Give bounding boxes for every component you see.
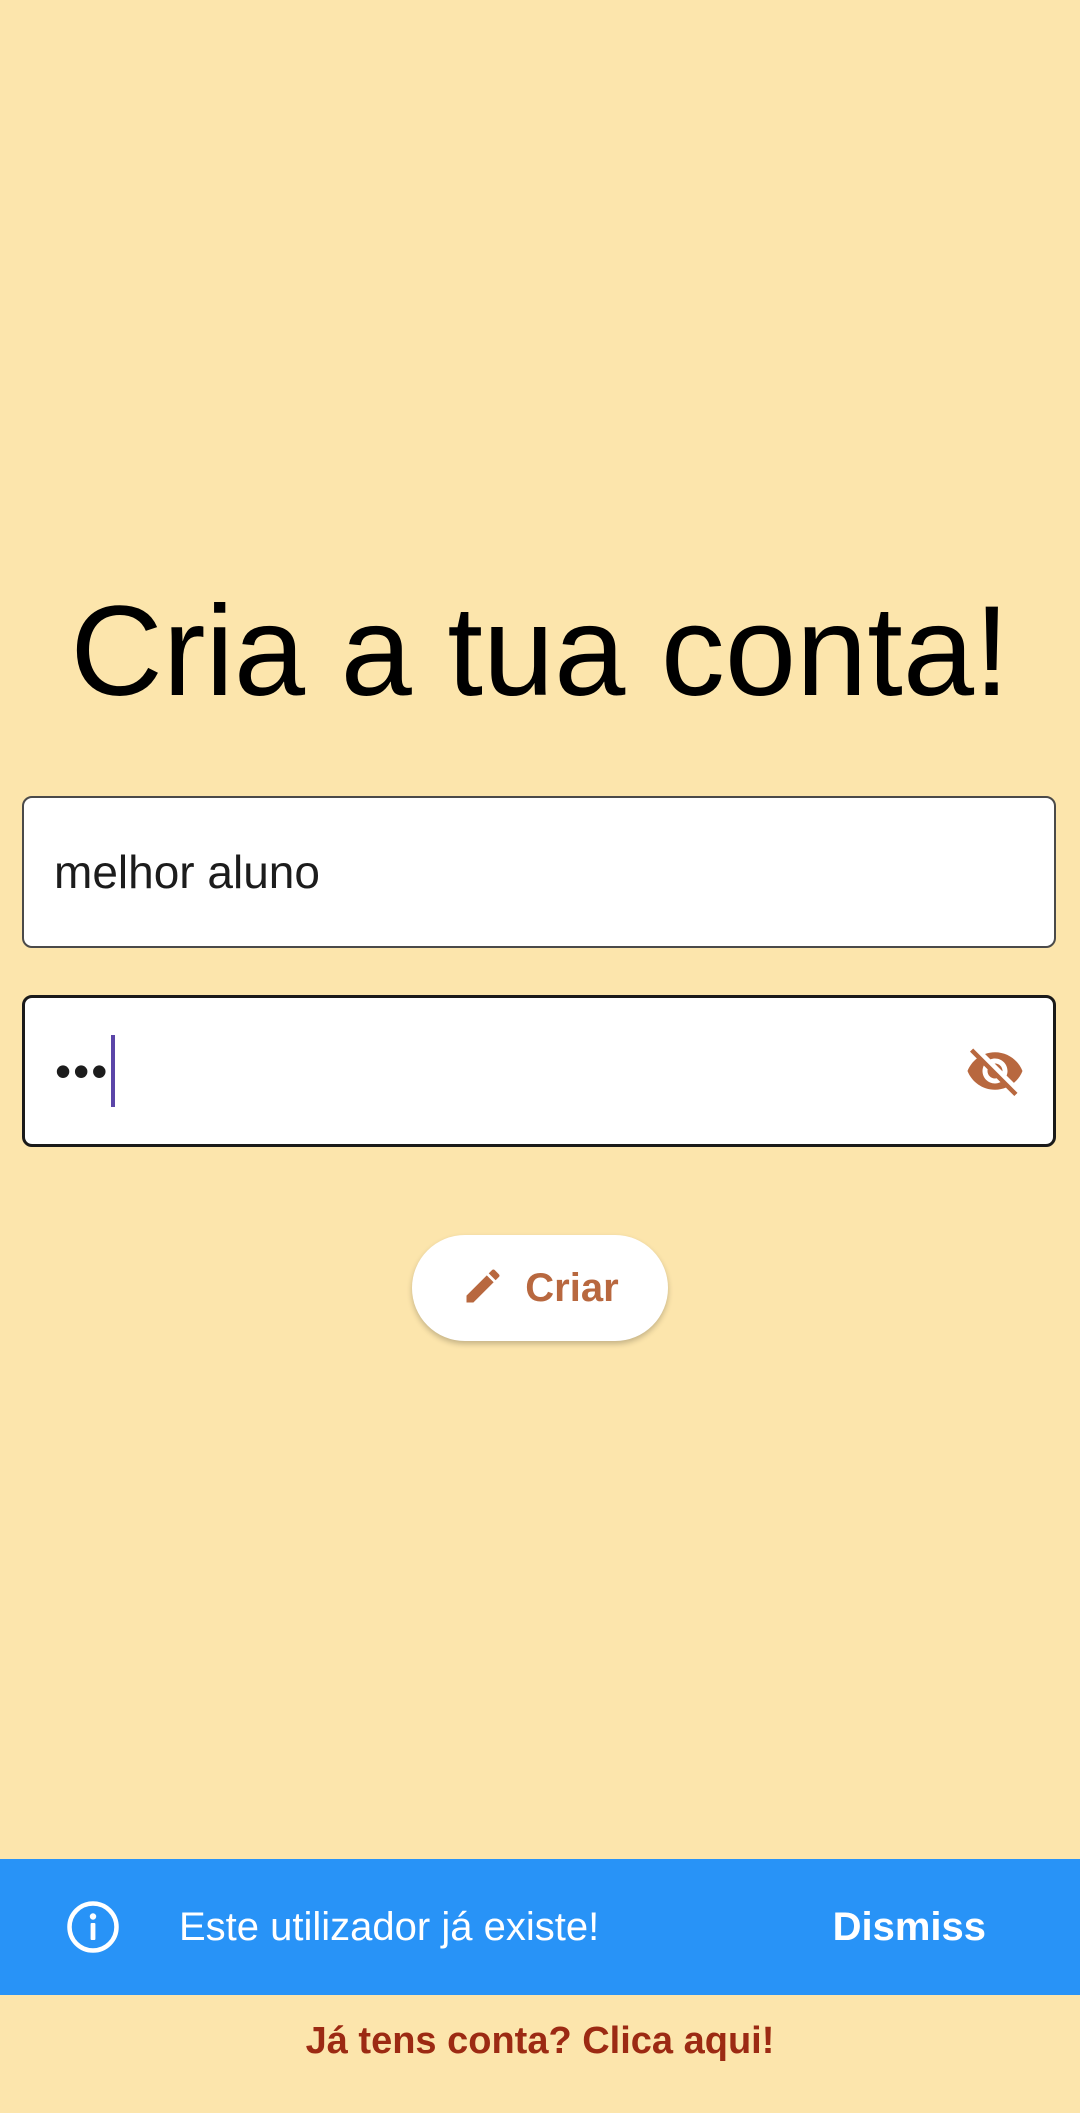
- visibility-off-icon[interactable]: [965, 1041, 1025, 1101]
- dismiss-button[interactable]: Dismiss: [833, 1859, 986, 1995]
- page-title: Cria a tua conta!: [70, 580, 1010, 723]
- password-field[interactable]: •••: [22, 995, 1056, 1147]
- username-field[interactable]: melhor aluno: [22, 796, 1056, 948]
- pencil-icon: [461, 1264, 505, 1313]
- login-link[interactable]: Já tens conta? Clica aqui!: [0, 2020, 1080, 2063]
- text-caret: [111, 1035, 116, 1107]
- create-button-label: Criar: [525, 1265, 619, 1310]
- snackbar-message: Este utilizador já existe!: [179, 1904, 600, 1949]
- username-value: melhor aluno: [54, 846, 320, 898]
- info-icon: [66, 1900, 120, 1954]
- create-account-button[interactable]: Criar: [412, 1235, 668, 1341]
- password-value: •••: [55, 1045, 110, 1097]
- error-snackbar: Este utilizador já existe! Dismiss: [0, 1859, 1080, 1995]
- password-input-content: •••: [55, 998, 116, 1144]
